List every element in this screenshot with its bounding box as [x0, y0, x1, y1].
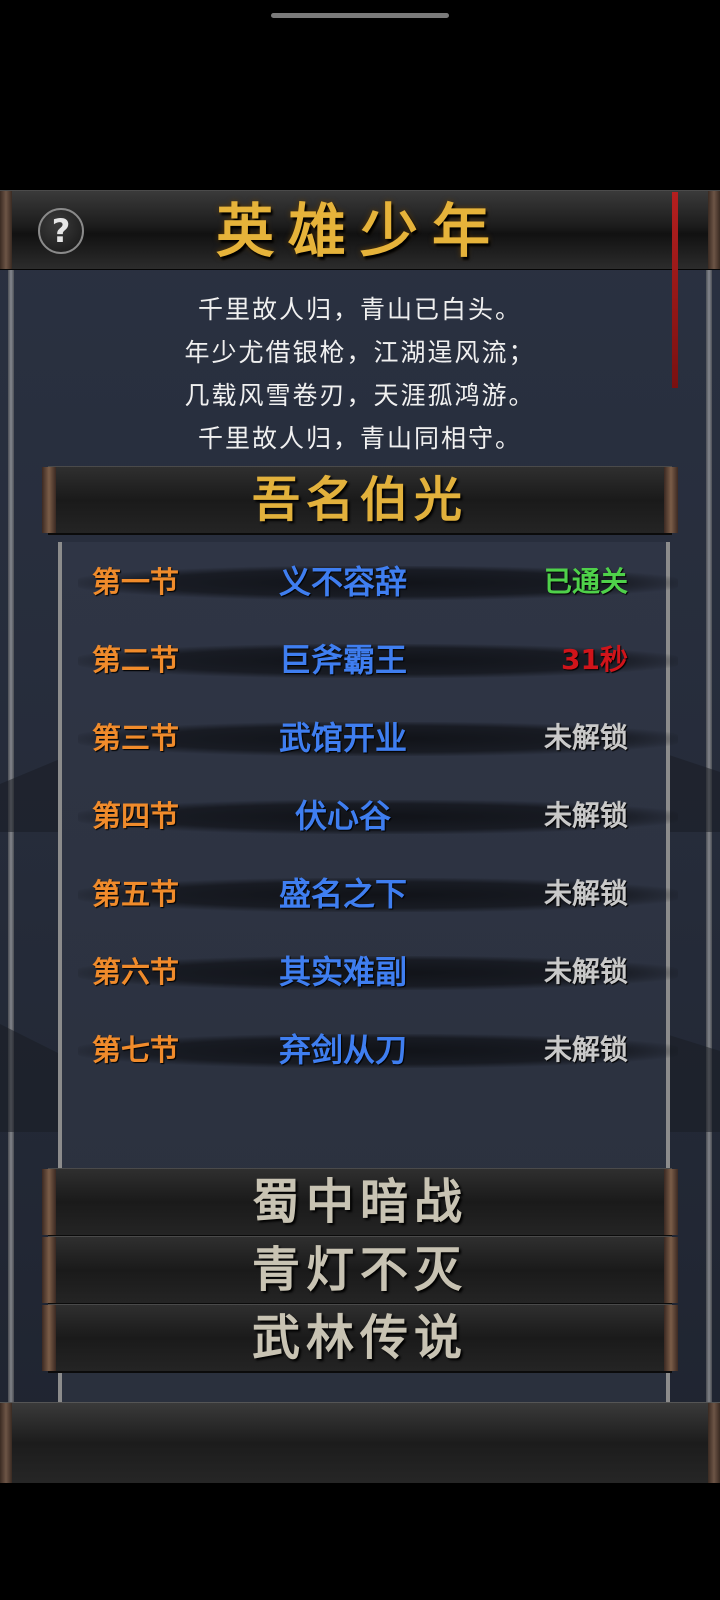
chapter-tab-active[interactable]: 吾名伯光: [42, 466, 678, 535]
level-number: 第三节: [92, 721, 180, 755]
level-number: 第六节: [92, 955, 180, 989]
level-name: 盛名之下: [278, 875, 407, 913]
level-row-6[interactable]: 第六节 其实难副 未解锁: [68, 944, 678, 1000]
level-status-locked: 未解锁: [543, 1033, 628, 1066]
level-status-locked: 未解锁: [543, 955, 628, 988]
chapter-title: 吾名伯光: [251, 472, 468, 528]
level-name: 义不容辞: [278, 563, 407, 601]
chapter-tab-2[interactable]: 蜀中暗战: [42, 1168, 678, 1237]
level-name: 弃剑从刀: [278, 1031, 407, 1069]
level-name: 伏心谷: [294, 797, 391, 835]
level-row-2[interactable]: 第二节 巨斧霸王 31秒: [68, 632, 678, 688]
level-row-7[interactable]: 第七节 弃剑从刀 未解锁: [68, 1022, 678, 1078]
level-number: 第四节: [92, 799, 180, 833]
level-status-timer: 31秒: [561, 643, 628, 676]
bottom-scroll-rod: [0, 1402, 720, 1483]
poem-line: 年少尤借银枪，江湖逞风流；: [184, 338, 536, 367]
level-number: 第七节: [92, 1033, 180, 1067]
level-name: 武馆开业: [278, 719, 407, 757]
poem-line: 千里故人归，青山同相守。: [197, 424, 522, 453]
rod-cap-right: [708, 1403, 720, 1483]
page-title: 英雄少年: [215, 197, 504, 265]
level-name: 其实难副: [278, 953, 407, 991]
level-status-locked: 未解锁: [543, 799, 628, 832]
level-row-4[interactable]: 第四节 伏心谷 未解锁: [68, 788, 678, 844]
level-status-cleared: 已通关: [543, 565, 628, 598]
level-row-5[interactable]: 第五节 盛名之下 未解锁: [68, 866, 678, 922]
chapter-tab-4[interactable]: 武林传说: [42, 1304, 678, 1373]
poem-line: 几载风雪卷刃，天涯孤鸿游。: [184, 381, 536, 410]
home-indicator: [271, 13, 449, 18]
poem-line: 千里故人归，青山已白头。: [197, 295, 522, 324]
level-number: 第二节: [92, 643, 180, 677]
level-status-locked: 未解锁: [543, 877, 628, 910]
level-status-locked: 未解锁: [543, 721, 628, 754]
level-number: 第一节: [92, 565, 180, 599]
level-row-1[interactable]: 第一节 义不容辞 已通关: [68, 554, 678, 610]
level-name: 巨斧霸王: [278, 641, 407, 679]
chapter-title: 青灯不灭: [251, 1242, 468, 1298]
level-row-3[interactable]: 第三节 武馆开业 未解锁: [68, 710, 678, 766]
chapter-title: 蜀中暗战: [251, 1174, 468, 1230]
chapter-title: 武林传说: [251, 1310, 468, 1366]
rod-cap-left: [0, 1403, 12, 1483]
chapter-tab-3[interactable]: 青灯不灭: [42, 1236, 678, 1305]
chapter-panel: 吾名伯光 第一节 义不容辞 已通关 第二节 巨斧霸王 31秒 第三节 武馆开业 …: [42, 466, 678, 1408]
poem: 千里故人归，青山已白头。 年少尤借银枪，江湖逞风流； 几载风雪卷刃，天涯孤鸿游。…: [0, 288, 720, 460]
level-number: 第五节: [92, 877, 180, 911]
